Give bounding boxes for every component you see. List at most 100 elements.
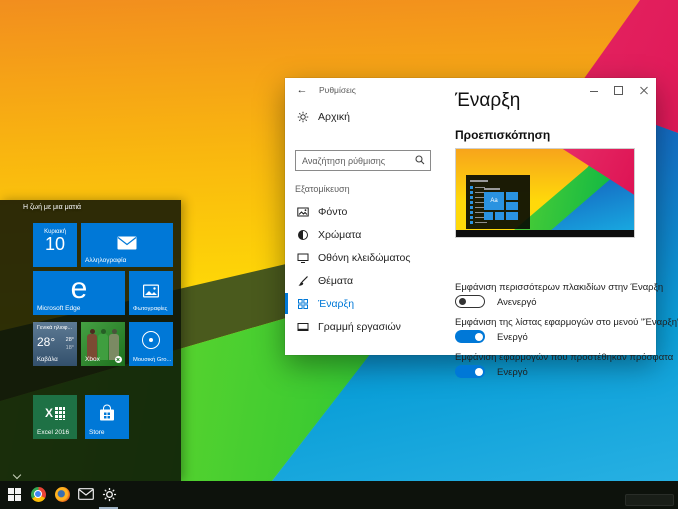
background-icon <box>297 207 309 216</box>
xbox-logo-icon <box>115 356 122 363</box>
sidebar-home-label: Αρχική <box>318 111 350 123</box>
toggle-app-list[interactable] <box>455 330 485 343</box>
taskbar <box>0 481 678 509</box>
start-menu-scroll-chevron-icon[interactable] <box>14 471 21 478</box>
tile-label: Μουσική Gro... <box>133 357 172 363</box>
search-icon <box>415 155 425 165</box>
start-button[interactable] <box>3 481 25 507</box>
system-tray[interactable] <box>625 494 674 506</box>
sidebar-item-colors[interactable]: Χρώματα <box>285 223 455 246</box>
sidebar-item-lock-screen[interactable]: Οθόνη κλειδώματος <box>285 246 455 269</box>
sidebar-item-label: Γραμμή εργασιών <box>318 320 401 333</box>
preview-aa-tile: Aa <box>484 192 504 210</box>
gear-icon <box>102 487 116 501</box>
weather-temperature: 28° <box>37 335 56 349</box>
toggle-knob <box>458 297 466 305</box>
search-input[interactable] <box>296 151 430 170</box>
excel-icon: X <box>44 406 66 421</box>
tile-label: Microsoft Edge <box>37 305 81 312</box>
toggle-knob <box>474 332 483 341</box>
toggle-state-recent-apps: Ενεργό <box>497 367 528 378</box>
preview-heading: Προεπισκόπηση <box>455 128 551 142</box>
tile-calendar[interactable]: Κυριακή 10 <box>33 223 77 267</box>
gear-icon <box>297 111 309 123</box>
tile-label: Store <box>89 429 105 436</box>
tile-label: Αλληλογραφία <box>85 257 127 264</box>
windows-logo-icon <box>7 487 21 501</box>
toggle-recent-apps[interactable] <box>455 365 485 378</box>
weather-condition: Γενικά ηλιοφ... <box>37 325 73 331</box>
tile-excel[interactable]: X Excel 2016 <box>33 395 77 439</box>
settings-sidebar: Αρχική Εξατομίκευση Φόντο <box>285 102 455 355</box>
sidebar-item-start[interactable]: Έναρξη <box>285 292 455 315</box>
preview-taskbar <box>456 230 634 237</box>
taskbar-firefox-button[interactable] <box>51 481 73 507</box>
edge-logo: e <box>70 272 88 306</box>
chrome-icon <box>30 486 46 502</box>
minimize-icon <box>589 91 598 92</box>
back-button[interactable]: ← <box>293 82 311 98</box>
sidebar-item-label: Έναρξη <box>318 297 355 310</box>
sidebar-item-label: Οθόνη κλειδώματος <box>318 251 411 264</box>
excel-sheet-icon <box>55 406 66 420</box>
sidebar-item-taskbar[interactable]: Γραμμή εργασιών <box>285 315 455 338</box>
themes-icon <box>298 275 308 286</box>
calendar-date: 10 <box>44 234 66 254</box>
sidebar-item-label: Χρώματα <box>318 228 362 241</box>
toggle-state-app-list: Ενεργό <box>497 332 528 343</box>
taskbar-chrome-button[interactable] <box>27 481 49 507</box>
excel-logo-letter: X <box>44 406 54 421</box>
sidebar-item-label: Φόντο <box>318 205 348 218</box>
weather-high-low: 28° 18° <box>66 336 74 353</box>
settings-content: Έναρξη Προεπισκόπηση Aa Εμφάνιση περισσό… <box>455 90 678 378</box>
window-title: Ρυθμίσεις <box>319 85 356 95</box>
toggle-more-tiles[interactable] <box>455 295 485 308</box>
sidebar-item-label: Θέματα <box>318 274 354 287</box>
close-button[interactable] <box>631 78 656 102</box>
tile-label: Excel 2016 <box>37 429 70 436</box>
mail-icon <box>78 488 94 500</box>
settings-search-box <box>295 150 431 171</box>
taskbar-icon <box>297 322 309 331</box>
tile-xbox[interactable]: Xbox <box>81 322 125 366</box>
sidebar-item-background[interactable]: Φόντο <box>285 200 455 223</box>
store-bag-icon <box>100 404 114 421</box>
firefox-icon <box>54 486 70 502</box>
taskbar-mail-button[interactable] <box>75 481 97 507</box>
preview-start-menu: Aa <box>466 175 530 229</box>
page-title: Έναρξη <box>455 90 521 111</box>
maximize-icon <box>614 85 623 95</box>
toggle-knob <box>474 367 483 376</box>
toggle-label-recent-apps: Εμφάνιση εφαρμογών που προστέθηκαν πρόσφ… <box>455 352 674 363</box>
start-preview-image: Aa <box>455 148 635 238</box>
weather-high: 28° <box>65 337 74 343</box>
toggle-state-more-tiles: Ανενεργό <box>497 297 537 308</box>
photos-icon <box>143 284 159 298</box>
start-tiles-icon <box>298 298 308 309</box>
mail-icon <box>117 236 137 250</box>
tile-label: Xbox <box>85 356 100 363</box>
close-icon <box>639 86 648 95</box>
groove-music-icon <box>142 331 160 350</box>
weather-location: Καβάλα <box>37 357 58 363</box>
minimize-button[interactable] <box>581 78 606 102</box>
sidebar-item-home[interactable]: Αρχική <box>285 106 455 128</box>
lock-screen-icon <box>297 253 309 263</box>
maximize-button[interactable] <box>606 78 631 102</box>
sidebar-item-themes[interactable]: Θέματα <box>285 269 455 292</box>
tile-mail[interactable]: Αλληλογραφία <box>81 223 173 267</box>
tile-store[interactable]: Store <box>85 395 129 439</box>
settings-window: ← Ρυθμίσεις Αρχική Αναζήτηση ρύθμισης Εξ… <box>285 78 678 378</box>
tile-photos[interactable]: Φωτογραφίες <box>129 271 173 315</box>
tile-group-label: Η ζωή με μια ματιά <box>23 204 82 211</box>
weather-low: 18° <box>65 345 74 352</box>
desktop: Η ζωή με μια ματιά Κυριακή 10 Αλληλογραφ… <box>0 0 678 509</box>
tile-groove-music[interactable]: Μουσική Gro... <box>129 322 173 366</box>
tile-weather[interactable]: Γενικά ηλιοφ... 28° 28° 18° Καβάλα <box>33 322 77 366</box>
toggle-label-more-tiles: Εμφάνιση περισσότερων πλακιδίων στην Ένα… <box>455 282 664 293</box>
toggle-label-app-list: Εμφάνιση της λίστας εφαρμογών στο μενού … <box>455 317 678 328</box>
tile-label: Φωτογραφίες <box>133 306 168 312</box>
tile-edge[interactable]: e Microsoft Edge <box>33 271 125 315</box>
colors-icon <box>298 229 308 240</box>
taskbar-settings-button[interactable] <box>98 481 120 507</box>
